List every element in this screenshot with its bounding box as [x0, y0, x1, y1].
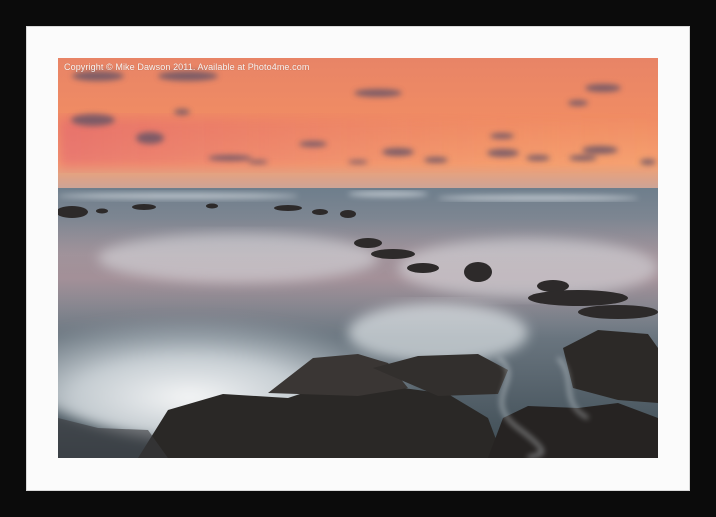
- seascape-photo: Copyright © Mike Dawson 2011. Available …: [58, 58, 658, 458]
- seascape-image: [58, 58, 658, 458]
- black-picture-frame: Copyright © Mike Dawson 2011. Available …: [0, 0, 716, 517]
- copyright-watermark: Copyright © Mike Dawson 2011. Available …: [64, 62, 310, 72]
